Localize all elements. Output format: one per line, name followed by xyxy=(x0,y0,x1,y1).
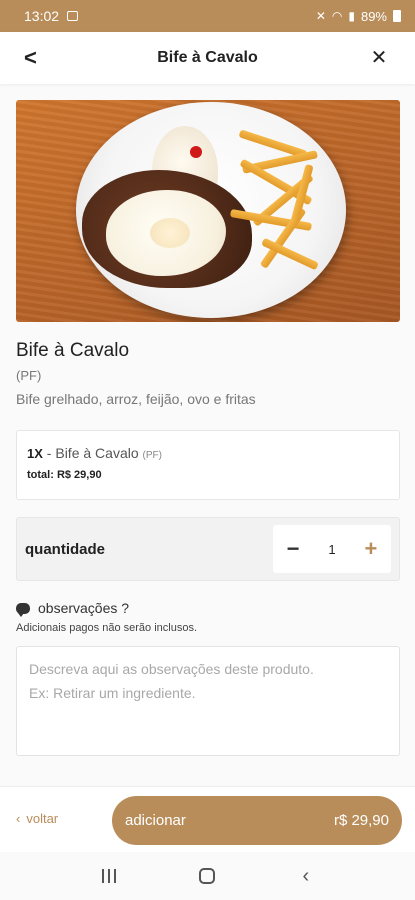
observations-textarea[interactable]: Descreva aqui as observações deste produ… xyxy=(16,646,400,756)
summary-qty: 1X xyxy=(27,446,43,461)
signal-icon: ▮ xyxy=(348,9,355,23)
app-header: < Bife à Cavalo ✕ xyxy=(0,32,415,84)
recents-icon xyxy=(102,869,117,883)
summary-separator: - xyxy=(42,445,56,461)
summary-line: 1X - Bife à Cavalo (PF) xyxy=(27,445,389,461)
product-description: Bife grelhado, arroz, feijão, ovo e frit… xyxy=(16,391,256,407)
decrement-button[interactable]: − xyxy=(283,536,303,562)
home-icon xyxy=(199,868,216,884)
observations-title-text: observações ? xyxy=(38,600,130,616)
quantity-section: quantidade − 1 + xyxy=(16,517,400,581)
system-back-icon: ‹ xyxy=(302,864,310,887)
egg-yolk xyxy=(150,218,190,248)
close-icon[interactable]: ✕ xyxy=(367,46,391,70)
quantity-label: quantidade xyxy=(25,540,106,558)
order-summary: 1X - Bife à Cavalo (PF) total: R$ 29,90 xyxy=(16,430,400,500)
wifi-icon: ◠ xyxy=(331,9,343,23)
product-tag: (PF) xyxy=(16,368,42,383)
add-button-price: r$ 29,90 xyxy=(333,812,389,829)
summary-item-name: Bife à Cavalo xyxy=(55,445,139,461)
quantity-value: 1 xyxy=(328,541,336,557)
battery-percent: 89% xyxy=(360,8,387,24)
system-nav-bar: ‹ xyxy=(0,852,415,900)
footer-bar: ‹ voltar adicionar r$ 29,90 xyxy=(0,786,415,852)
summary-item-tag: (PF) xyxy=(142,450,162,461)
increment-button[interactable]: + xyxy=(361,536,381,562)
chat-bubble-icon xyxy=(16,602,30,617)
back-link-label: voltar xyxy=(26,811,59,826)
mute-icon: ✕ xyxy=(315,9,326,23)
system-back-button[interactable]: ‹ xyxy=(286,858,326,894)
status-bar: 13:02 ✕ ◠ ▮ 89% xyxy=(0,0,415,32)
add-to-cart-button[interactable]: adicionar r$ 29,90 xyxy=(112,796,402,845)
observations-title: observações ? xyxy=(16,600,130,617)
observations-subtitle: Adicionais pagos não serão inclusos. xyxy=(16,622,198,634)
back-link[interactable]: ‹ voltar xyxy=(16,811,58,826)
back-arrow-icon[interactable]: < xyxy=(24,46,48,70)
page-title: Bife à Cavalo xyxy=(157,49,258,66)
gallery-icon xyxy=(67,11,79,21)
status-right: ✕ ◠ ▮ 89% xyxy=(316,9,401,24)
status-time: 13:02 xyxy=(24,8,60,24)
quantity-stepper: − 1 + xyxy=(273,525,391,573)
home-button[interactable] xyxy=(187,858,227,894)
battery-icon xyxy=(393,10,401,22)
add-button-label: adicionar xyxy=(125,812,186,829)
tomato xyxy=(190,146,202,158)
chevron-left-icon: ‹ xyxy=(16,811,21,826)
product-name: Bife à Cavalo xyxy=(16,340,130,361)
recents-button[interactable] xyxy=(89,858,129,894)
product-image xyxy=(16,100,400,322)
summary-total: total: R$ 29,90 xyxy=(27,469,102,481)
